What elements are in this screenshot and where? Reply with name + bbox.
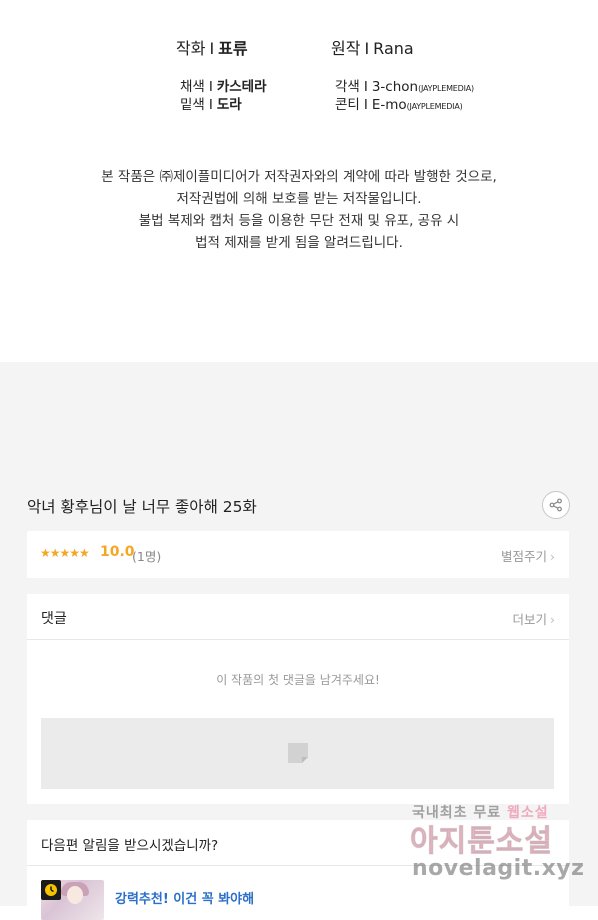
comments-more-button[interactable]: 더보기 › xyxy=(512,609,555,628)
comment-header: 댓글 더보기 › xyxy=(27,594,569,640)
credit-name: Rana xyxy=(373,39,414,58)
rate-button[interactable]: 별점주기 › xyxy=(501,546,555,565)
comment-input[interactable] xyxy=(41,718,554,789)
thumbnail-face xyxy=(67,886,83,904)
credits-section: 작화 I 표류 원작 I Rana 채색 I 카스테라 각색 I 3-chon(JAYPLEME… xyxy=(0,0,598,362)
credit-separator: I xyxy=(363,97,368,113)
notify-question: 다음편 알림을 받으시겠습니까? xyxy=(41,838,219,854)
notice-line: 불법 복제와 캡처 등을 이용한 무단 전재 및 유포, 공유 시 xyxy=(138,213,460,229)
episode-title: 악녀 황후님이 날 너무 좋아해 25화 xyxy=(27,498,257,516)
notify-card: 다음편 알림을 받으시겠습니까? 강력추천! 이건 꼭 봐야해 xyxy=(27,820,569,920)
credit-name: 도라 xyxy=(216,97,242,113)
credit-company: (JAYPLEMEDIA) xyxy=(406,102,463,111)
rating-card: ★★★★★ 10.0 (1명) 별점주기 › xyxy=(27,531,569,578)
notice-line: 본 작품은 ㈜제이플미디어가 저작권자와의 계약에 따라 발행한 것으로, xyxy=(101,169,497,185)
share-button[interactable] xyxy=(542,491,570,519)
chevron-right-icon: › xyxy=(550,612,555,627)
credit-role: 원작 xyxy=(331,39,361,58)
clock-icon xyxy=(45,884,57,896)
more-label: 더보기 xyxy=(512,612,547,627)
credit-role: 밑색 xyxy=(180,97,205,113)
notice-line: 법적 제재를 받게 됨을 알려드립니다. xyxy=(195,235,403,251)
comment-title: 댓글 xyxy=(41,611,67,627)
divider xyxy=(27,865,569,866)
empty-comments-message: 이 작품의 첫 댓글을 남겨주세요! xyxy=(216,673,380,687)
copyright-notice: 본 작품은 ㈜제이플미디어가 저작권자와의 계약에 따라 발행한 것으로, 저작… xyxy=(0,166,598,254)
rating-count: (1명) xyxy=(132,549,162,564)
credit-separator: I xyxy=(209,39,215,58)
credit-role: 작화 xyxy=(176,39,206,58)
cropped-text-fragment xyxy=(175,0,415,4)
notice-line: 저작권법에 의해 보호를 받는 저작물입니다. xyxy=(176,191,422,207)
comment-card: 댓글 더보기 › 이 작품의 첫 댓글을 남겨주세요! xyxy=(27,594,569,804)
rating-stars: ★★★★★ xyxy=(40,546,90,560)
credit-separator: I xyxy=(364,39,370,58)
credit-line: 밑색 I 도라 xyxy=(180,93,242,113)
clock-badge xyxy=(41,880,61,900)
credit-adapt: 각색 I 3-chon(JAYPLEMEDIA) xyxy=(335,75,474,95)
credit-name: E-mo xyxy=(371,97,407,113)
rating-score: 10.0 xyxy=(100,544,135,560)
rate-button-label: 별점주기 xyxy=(500,549,547,564)
credit-separator: I xyxy=(208,97,213,113)
recommend-link[interactable]: 강력추천! 이건 꼭 봐야해 xyxy=(115,888,254,907)
share-icon xyxy=(549,498,562,512)
credit-storyboard: 콘티 I E-mo(JAYPLEMEDIA) xyxy=(335,93,463,113)
comment-input-icon xyxy=(288,743,308,763)
credit-color: 채색 I 카스테라 xyxy=(180,75,267,95)
credit-company: (JAYPLEMEDIA) xyxy=(418,84,474,93)
credit-name: 표류 xyxy=(218,39,248,58)
chevron-right-icon: › xyxy=(550,549,555,564)
credit-original: 원작 I Rana xyxy=(331,35,414,59)
credit-role: 콘티 xyxy=(335,97,360,113)
credit-art: 작화 I 표류 xyxy=(176,35,248,59)
